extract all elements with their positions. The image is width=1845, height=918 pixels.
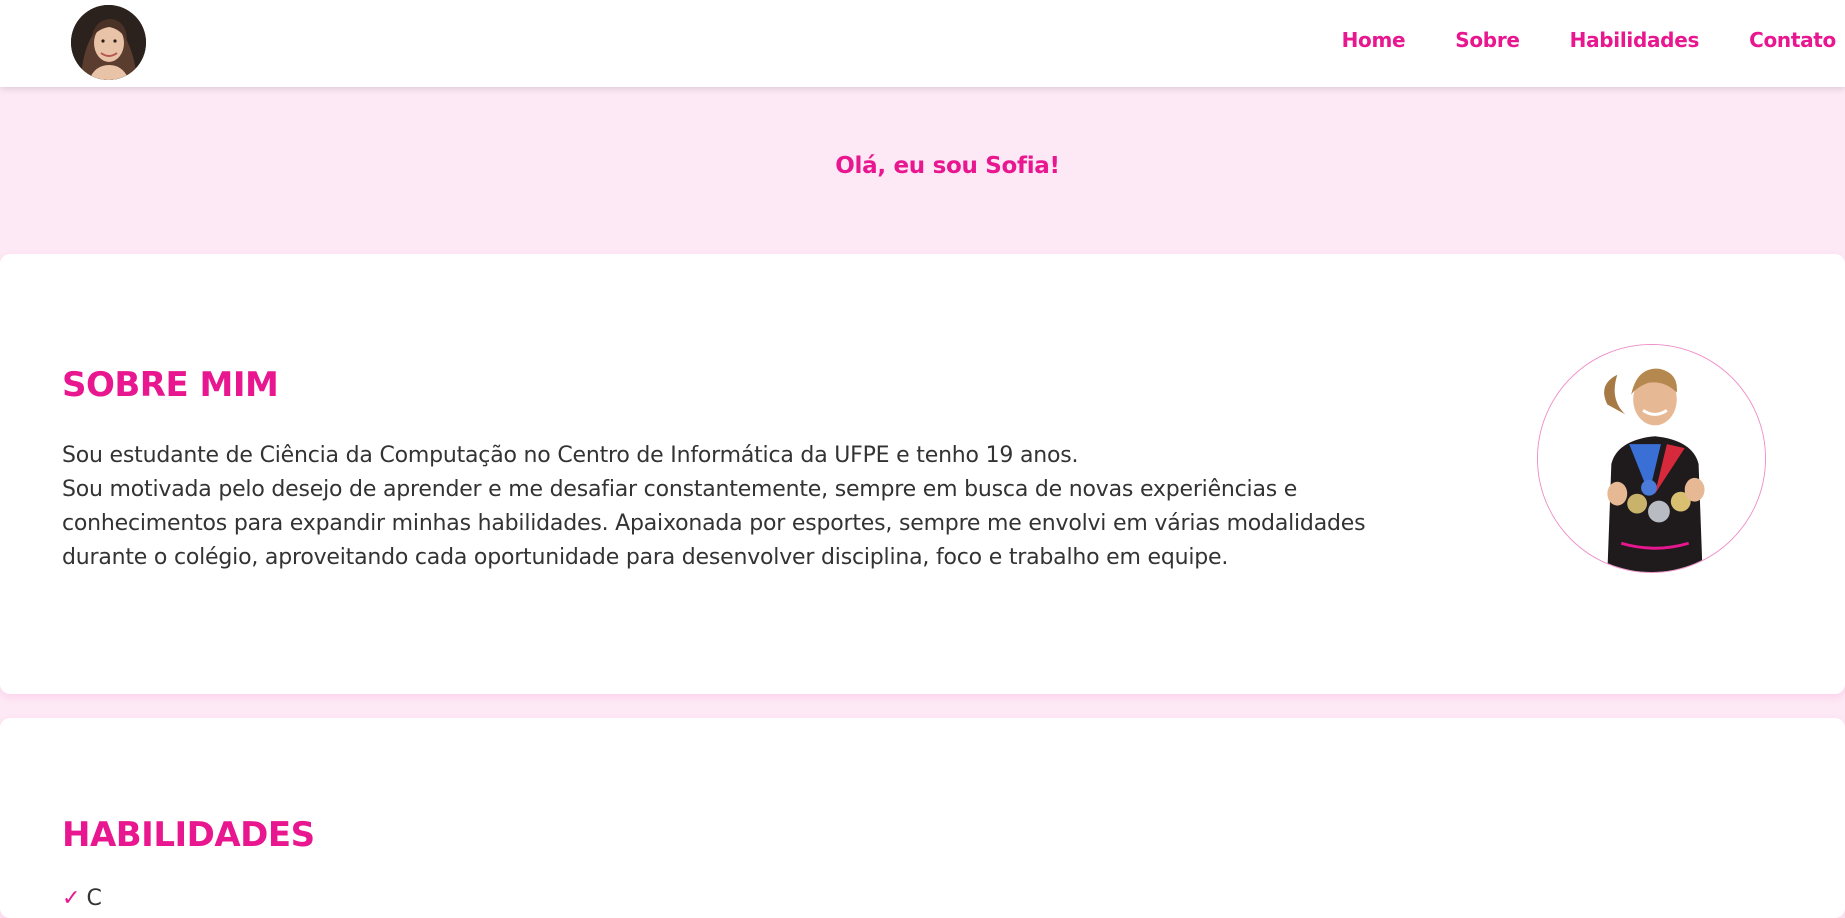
hero-section: Olá, eu sou Sofia! xyxy=(0,87,1845,254)
skill-item: ✓ C xyxy=(62,886,102,911)
nav-link-contato[interactable]: Contato xyxy=(1749,28,1836,52)
about-photo xyxy=(1537,344,1766,573)
about-title: SOBRE MIM xyxy=(62,365,279,405)
nav-link-habilidades[interactable]: Habilidades xyxy=(1570,28,1700,52)
nav-link-sobre[interactable]: Sobre xyxy=(1455,28,1520,52)
navbar: Home Sobre Habilidades Contato xyxy=(0,0,1845,87)
nav-link-home[interactable]: Home xyxy=(1342,28,1406,52)
hero-title: Olá, eu sou Sofia! xyxy=(835,152,1060,179)
about-paragraph-2: Sou motivada pelo desejo de aprender e m… xyxy=(62,477,1366,570)
about-text: Sou estudante de Ciência da Computação n… xyxy=(62,439,1452,575)
profile-avatar[interactable] xyxy=(71,5,146,80)
nav-menu: Home Sobre Habilidades Contato xyxy=(1342,28,1837,52)
skills-title: HABILIDADES xyxy=(62,815,315,855)
skill-label: C xyxy=(86,886,102,911)
check-icon: ✓ xyxy=(62,886,81,911)
skills-section: HABILIDADES ✓ C xyxy=(0,718,1845,918)
about-paragraph-1: Sou estudante de Ciência da Computação n… xyxy=(62,443,1079,468)
about-section: SOBRE MIM Sou estudante de Ciência da Co… xyxy=(0,254,1845,694)
